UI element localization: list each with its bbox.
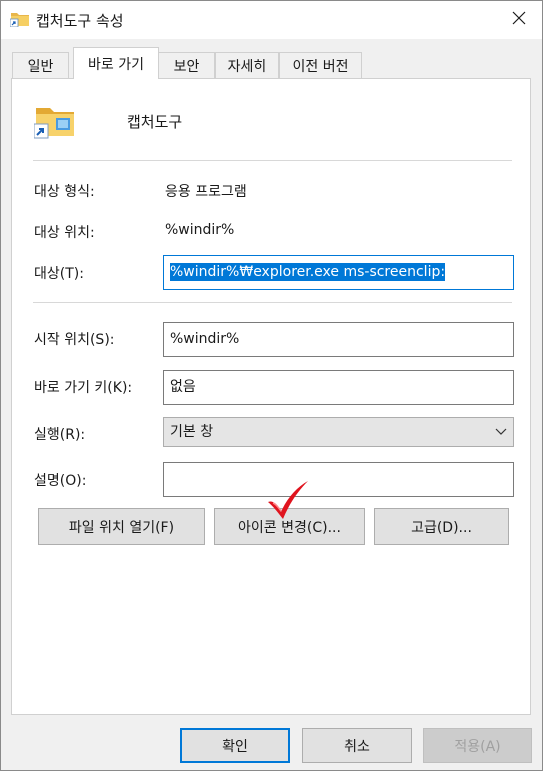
run-select-value: 기본 창 (170, 424, 214, 440)
divider (33, 302, 512, 303)
target-label: 대상(T): (34, 266, 84, 282)
start-in-input[interactable]: %windir% (163, 322, 514, 357)
shortcut-key-label: 바로 가기 키(K): (34, 380, 133, 396)
target-type-value: 응용 프로그램 (165, 184, 247, 200)
divider (33, 160, 512, 161)
target-input[interactable]: %windir%₩explorer.exe ms-screenclip: (163, 255, 514, 290)
close-icon (512, 11, 526, 29)
chevron-down-icon (495, 418, 507, 456)
target-type-label: 대상 형식: (34, 184, 95, 200)
open-file-location-button[interactable]: 파일 위치 열기(F) (38, 508, 205, 545)
run-select[interactable]: 기본 창 (163, 417, 514, 447)
title-bar[interactable]: 캡처도구 속성 (1, 1, 542, 39)
comment-input[interactable] (163, 462, 514, 497)
close-button[interactable] (496, 1, 542, 39)
properties-dialog: 캡처도구 속성 일반 바로 가기 보안 자세히 이전 버전 캡처도구 대상 형식… (0, 0, 543, 771)
tab-shortcut[interactable]: 바로 가기 (73, 47, 159, 79)
shortcut-key-input[interactable]: 없음 (163, 370, 514, 405)
comment-label: 설명(O): (34, 473, 87, 489)
run-label: 실행(R): (34, 427, 86, 443)
target-input-value: %windir%₩explorer.exe ms-screenclip: (170, 263, 446, 281)
target-location-label: 대상 위치: (34, 225, 95, 241)
advanced-button[interactable]: 고급(D)... (374, 508, 509, 545)
checkmark-icon (265, 478, 311, 522)
apply-button[interactable]: 적용(A) (423, 728, 532, 763)
folder-shortcut-icon (33, 102, 76, 140)
target-location-value: %windir% (165, 222, 235, 238)
folder-shortcut-icon (9, 11, 30, 28)
tab-details[interactable]: 자세히 (215, 52, 279, 78)
shortcut-name: 캡처도구 (127, 113, 183, 131)
tab-security[interactable]: 보안 (158, 52, 215, 78)
start-in-label: 시작 위치(S): (34, 332, 115, 348)
tab-general[interactable]: 일반 (12, 52, 69, 78)
cancel-button[interactable]: 취소 (302, 728, 412, 763)
ok-button[interactable]: 확인 (180, 728, 290, 763)
tab-previous-versions[interactable]: 이전 버전 (279, 52, 362, 78)
window-title: 캡처도구 속성 (36, 12, 124, 30)
